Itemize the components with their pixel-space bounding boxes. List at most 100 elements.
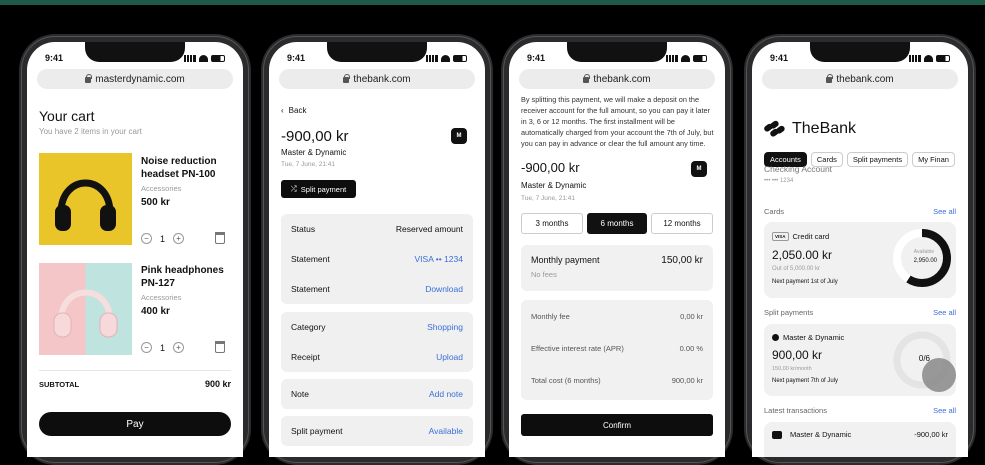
transaction-row[interactable]: Master & Dynamic -900,00 kr [764,422,956,457]
category-row[interactable]: Category Shopping [281,312,473,342]
subtotal-row: SUBTOTAL 900 kr [39,379,231,389]
status-time: 9:41 [45,53,64,63]
notch [85,42,185,62]
tab-my-finances[interactable]: My Finan [912,152,955,167]
increase-button[interactable]: + [173,342,185,353]
category-link[interactable]: Shopping [427,322,463,332]
status-time: 9:41 [527,53,546,63]
split-amount: 900,00 kr [772,348,823,362]
card-title-row: VISA Credit card [772,232,829,241]
add-note-link[interactable]: Add note [429,389,463,399]
url-bar[interactable]: thebank.com [519,69,715,89]
row-label: Statement [291,284,330,294]
trash-icon[interactable] [215,232,225,244]
merchant-logo-icon: M [451,128,467,144]
monthly-payment-card: Monthly payment 150,00 kr No fees [521,245,713,291]
split-group: Split payment Available [281,416,473,446]
split-icon: ⤮ [290,184,297,193]
latest-section-header: Latest transactions See all [764,406,956,415]
transaction-amount: -900,00 kr [914,430,948,439]
total-cost-row: Total cost (6 months) 900,00 kr [531,376,703,385]
decrease-button[interactable]: − [141,233,152,244]
duration-tabs: 3 months 6 months 12 months [521,213,713,234]
split-payments-label: Split payments [764,308,814,317]
upload-link[interactable]: Upload [436,352,463,362]
no-fees-label: No fees [531,270,557,279]
status-time: 9:41 [287,53,306,63]
row-value: Reserved amount [395,224,463,234]
item-category: Accessories [141,293,182,302]
transaction-date: Tue, 7 June, 21:41 [521,195,575,202]
confirm-button[interactable]: Confirm [521,414,713,436]
see-all-link[interactable]: See all [933,406,956,415]
available-link[interactable]: Available [429,426,463,436]
split-next-payment: Next payment 7th of July [772,378,839,384]
split-payment-button[interactable]: ⤮ Split payment [281,180,356,198]
notch [810,42,910,62]
divider [39,370,231,371]
product-image-headset[interactable] [39,153,132,245]
trash-icon[interactable] [215,341,225,353]
tab-split-payments[interactable]: Split payments [846,152,909,167]
card-limit: Out of 5,000.00 kr [772,266,821,272]
subtotal-value: 900 kr [204,379,231,389]
quantity-stepper: − 1 + [141,342,185,353]
tab-3-months[interactable]: 3 months [521,213,583,234]
back-button[interactable]: ‹ Back [281,106,306,115]
merchant-logo-icon [772,430,782,439]
split-payment-row[interactable]: Split payment Available [281,416,473,446]
merchant-name: Master & Dynamic [281,148,347,157]
download-link[interactable]: Download [425,284,463,294]
signal-icon [666,54,678,62]
item-price: 400 kr [141,306,170,317]
card-link[interactable]: VISA •• 1234 [415,254,464,264]
chevron-left-icon: ‹ [281,106,284,115]
item-name: Pink headphones PN-127 [141,265,224,289]
product-image-pink[interactable] [39,263,132,355]
split-payment-tile[interactable]: Master & Dynamic 900,00 kr 150,00 kr/mon… [764,324,956,396]
url-text: masterdynamic.com [95,73,185,85]
item-price: 500 kr [141,197,170,208]
transaction-amount: -900,00 kr [521,160,580,175]
headphones-icon [55,179,116,231]
subtotal-label: SUBTOTAL [39,379,80,389]
tab-6-months[interactable]: 6 months [587,213,647,234]
battery-icon [453,54,467,62]
url-bar[interactable]: masterdynamic.com [37,69,233,89]
back-label: Back [288,106,307,115]
tab-cards[interactable]: Cards [810,152,843,167]
statement-download-row[interactable]: Statement Download [281,274,473,304]
notch [567,42,667,62]
brand-header: TheBank [764,120,856,138]
credit-card-tile[interactable]: VISA Credit card 2,050.00 kr Out of 5,00… [764,222,956,298]
note-row[interactable]: Note Add note [281,379,473,409]
see-all-link[interactable]: See all [933,308,956,317]
see-all-link[interactable]: See all [933,207,956,216]
tab-12-months[interactable]: 12 months [651,213,713,234]
latest-transactions-label: Latest transactions [764,406,827,415]
lock-icon [583,74,591,83]
monthly-label: Monthly payment [531,255,600,265]
row-label: Receipt [291,352,320,362]
lock-icon [343,74,351,83]
decrease-button[interactable]: − [141,342,152,353]
receipt-row[interactable]: Receipt Upload [281,342,473,372]
row-label: Effective interest rate (APR) [531,344,624,353]
cart-title: Your cart [39,108,95,124]
url-bar[interactable]: thebank.com [762,69,958,89]
notch [327,42,427,62]
card-next-payment: Next payment 1st of July [772,279,838,285]
dashboard-screen: 9:41 thebank.com TheBank Accounts Cards … [752,42,968,457]
visa-icon: VISA [772,232,789,241]
url-bar[interactable]: thebank.com [279,69,475,89]
pay-button[interactable]: Pay [39,412,231,436]
row-value: 900,00 kr [671,376,703,385]
signal-icon [184,54,196,62]
increase-button[interactable]: + [173,233,185,244]
row-label: Monthly fee [531,312,570,321]
phone-split: 9:41 thebank.com By splitting this payme… [501,34,733,465]
statement-row[interactable]: Statement VISA •• 1234 [281,244,473,274]
tab-accounts[interactable]: Accounts [764,152,807,167]
battery-icon [936,54,950,62]
category-group: Category Shopping Receipt Upload [281,312,473,372]
